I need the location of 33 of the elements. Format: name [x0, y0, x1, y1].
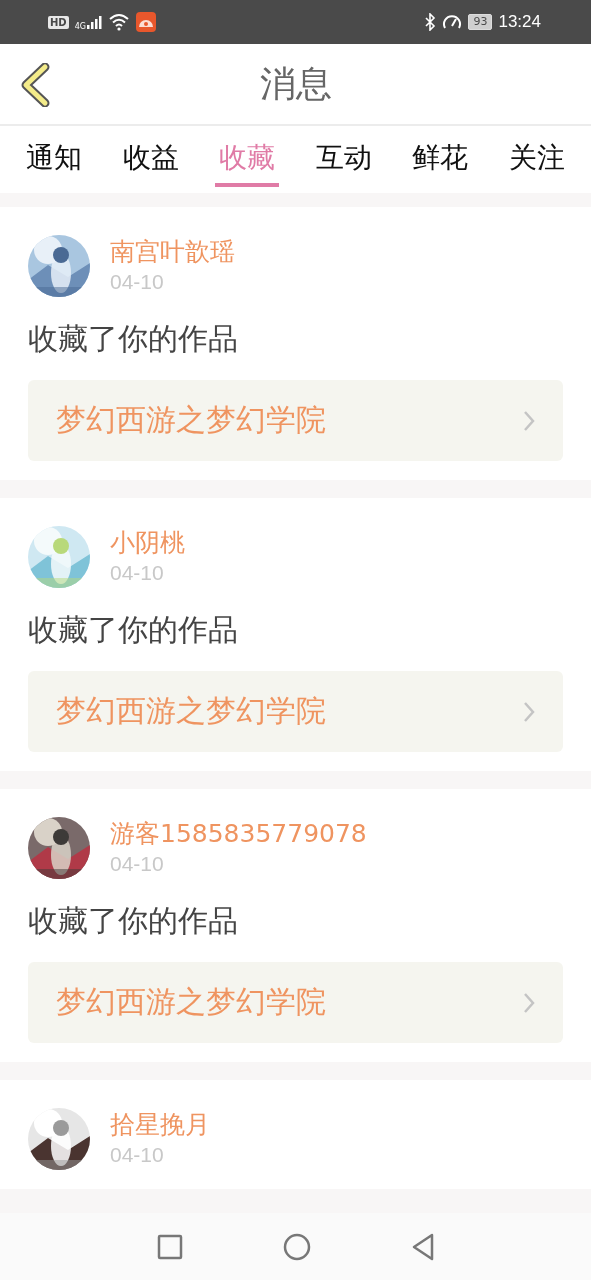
user-name[interactable]: 小阴桃 [110, 526, 185, 559]
work-link[interactable]: 梦幻西游之梦幻学院 [28, 962, 563, 1043]
page-title: 消息 [259, 61, 332, 106]
message-text: 收藏了你的作品 [28, 902, 239, 940]
work-link[interactable]: 梦幻西游之梦幻学院 [28, 380, 563, 461]
recent-apps-icon[interactable] [156, 1233, 183, 1260]
tab[interactable]: 收藏 [215, 132, 280, 187]
tab[interactable]: 通知 [22, 132, 87, 187]
message-text: 收藏了你的作品 [28, 320, 239, 358]
network-type: 4G [74, 22, 86, 31]
tab[interactable]: 互动 [311, 132, 376, 187]
hd-indicator: HD [48, 15, 69, 29]
tab[interactable]: 关注 [504, 132, 569, 187]
signal-icon [85, 14, 102, 30]
bluetooth-icon [424, 13, 437, 31]
chevron-right-icon [523, 991, 535, 1014]
user-name[interactable]: 拾星挽月 [110, 1108, 210, 1141]
chevron-right-icon [523, 409, 535, 432]
user-name[interactable]: 南宫叶歆瑶 [110, 235, 235, 268]
message-text: 收藏了你的作品 [28, 611, 239, 649]
user-name[interactable]: 游客1585835779078 [110, 817, 367, 850]
tab[interactable]: 鲜花 [408, 132, 473, 187]
work-link[interactable]: 梦幻西游之梦幻学院 [28, 671, 563, 752]
home-icon[interactable] [282, 1232, 311, 1261]
speedometer-icon [442, 13, 463, 31]
wifi-icon [107, 13, 130, 31]
clock: 13:24 [498, 12, 541, 32]
back-nav-icon[interactable] [410, 1232, 435, 1261]
app-notification-icon [135, 12, 156, 32]
battery-level: 93 [468, 14, 493, 30]
tab[interactable]: 收益 [118, 132, 183, 187]
back-icon[interactable] [20, 63, 50, 107]
chevron-right-icon [523, 700, 535, 723]
